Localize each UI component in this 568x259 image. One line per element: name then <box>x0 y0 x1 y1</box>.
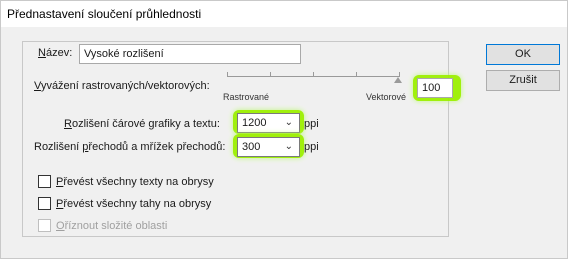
title-bar: Přednastavení sloučení průhlednosti <box>1 1 567 27</box>
vector-label: Vektorové <box>366 92 407 102</box>
balance-value: 100 <box>422 82 441 94</box>
name-input[interactable]: Vysoké rozlišení <box>79 44 301 64</box>
option-text: řevést všechny texty na obrysy <box>63 176 214 188</box>
line-art-resolution-value: 1200 <box>242 117 267 129</box>
flattener-preset-dialog: Přednastavení sloučení průhlednosti Náze… <box>0 0 568 259</box>
clip-complex-regions-label: Oříznout složité oblasti <box>56 220 167 232</box>
option-mnemonic: O <box>56 220 65 232</box>
gradient-unit: ppi <box>304 141 319 153</box>
gradient-label-pre: Rozlišení <box>34 141 83 153</box>
convert-text-checkbox[interactable] <box>38 175 51 188</box>
name-label: Název: <box>38 47 72 59</box>
name-input-value: Vysoké rozlišení <box>84 48 164 60</box>
chevron-down-icon: ⌄ <box>284 141 293 152</box>
balance-label-text: yvážení rastrovaných/vektorových: <box>40 80 210 92</box>
raster-label: Rastrované <box>223 92 270 102</box>
window-title: Přednastavení sloučení průhlednosti <box>7 7 202 21</box>
ok-button[interactable]: OK <box>486 44 560 65</box>
cancel-button[interactable]: Zrušit <box>486 70 560 91</box>
convert-strokes-label[interactable]: Převést všechny tahy na obrysy <box>56 198 211 210</box>
slider-tick <box>270 72 271 77</box>
line-art-resolution-select[interactable]: 1200 ⌄ <box>237 113 300 133</box>
convert-strokes-checkbox[interactable] <box>38 197 51 210</box>
balance-slider-thumb[interactable] <box>394 77 402 83</box>
gradient-resolution-select[interactable]: 300 ⌄ <box>237 137 300 157</box>
slider-tick <box>313 72 314 77</box>
balance-label: Vyvážení rastrovaných/vektorových: <box>34 80 210 92</box>
gradient-resolution-value: 300 <box>242 141 261 153</box>
convert-text-label[interactable]: Převést všechny texty na obrysy <box>56 176 214 188</box>
gradient-label-text: řechodů a mřížek přechodů: <box>88 141 226 153</box>
name-label-mnemonic: N <box>38 47 46 59</box>
line-art-label-text: ozlišení čárové grafiky a textu: <box>71 118 220 130</box>
line-art-resolution-label: Rozlišení čárové grafiky a textu: <box>64 118 220 130</box>
balance-label-mnemonic: V <box>34 80 41 92</box>
line-art-unit: ppi <box>304 118 319 130</box>
gradient-resolution-label: Rozlišení přechodů a mřížek přechodů: <box>34 141 225 153</box>
balance-value-input[interactable]: 100 <box>417 78 453 98</box>
name-label-text: ázev: <box>45 47 73 59</box>
slider-tick <box>227 72 228 77</box>
option-text: řevést všechny tahy na obrysy <box>63 198 212 210</box>
dialog-content: Název: Vysoké rozlišení Vyvážení rastrov… <box>1 27 567 258</box>
option-text: říznout složité oblasti <box>64 220 168 232</box>
clip-complex-regions-checkbox <box>38 219 51 232</box>
chevron-down-icon: ⌄ <box>284 117 293 128</box>
line-art-label-mnemonic: R <box>64 118 72 130</box>
slider-tick <box>356 72 357 77</box>
